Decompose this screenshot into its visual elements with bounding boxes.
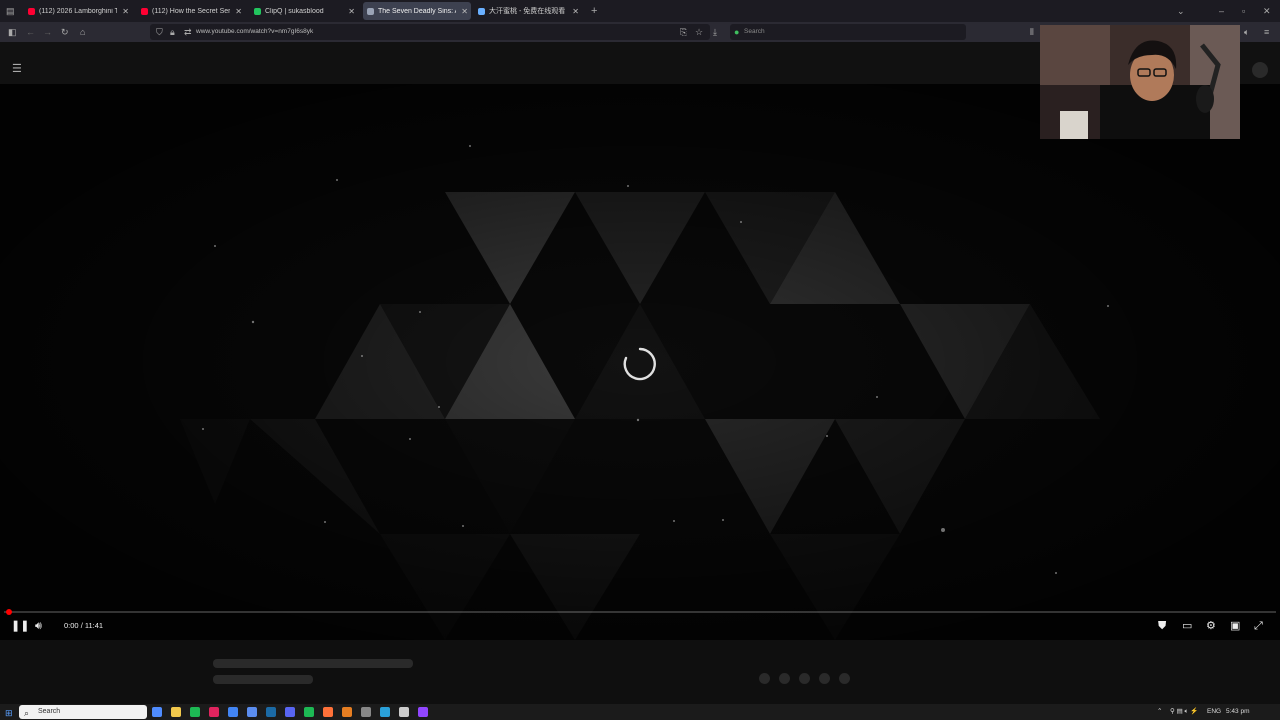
pause-button[interactable]: ❚❚ — [11, 620, 29, 632]
volume-button[interactable]: 🔊︎ — [35, 620, 42, 632]
reload-button[interactable]: ↻ — [61, 25, 69, 39]
lock-icon[interactable]: 🔒︎ — [170, 25, 175, 39]
browser-tab[interactable]: The Seven Deadly Sins: A... ✕ — [363, 2, 471, 20]
back-button[interactable]: ← — [26, 25, 35, 39]
permissions-icon[interactable]: ⇄ — [184, 25, 192, 39]
discord-icon[interactable] — [285, 707, 295, 717]
action-skeleton — [759, 673, 770, 684]
taskbar-search-input[interactable]: ⌕ Search — [19, 705, 147, 719]
tab-title: The Seven Deadly Sins: A... — [378, 7, 456, 15]
video-player[interactable] — [0, 84, 1280, 640]
address-bar[interactable]: ⛉ 🔒︎ ⇄ www.youtube.com/watch?v=nm7gI6s8y… — [150, 24, 710, 40]
close-window-button[interactable]: ✕ — [1263, 4, 1271, 18]
forward-button[interactable]: → — [43, 25, 52, 39]
browser-tab-bar: ▤ (112) 2026 Lamborghini Temer...✕(112) … — [0, 0, 1280, 22]
search-input[interactable]: ● Search — [730, 24, 966, 40]
hamburger-menu-icon[interactable]: ☰ — [12, 62, 22, 76]
duration: 11:41 — [84, 621, 104, 630]
tab-favicon-icon — [478, 7, 485, 15]
search-placeholder: Search — [744, 28, 765, 35]
maximize-button[interactable]: ▫ — [1242, 4, 1245, 18]
menu-icon[interactable]: ≡ — [1264, 25, 1269, 39]
browser-tab[interactable]: (112) How the Secret Service A... ✕ — [137, 2, 245, 20]
twitch-icon[interactable] — [418, 707, 428, 717]
tab-list-icon[interactable]: ▤ — [6, 4, 15, 18]
browser-tab[interactable]: 大汗蜜桃 - 免费在线观看 - 爱壹帆 ✕ — [474, 2, 582, 20]
bookmark-star-icon[interactable]: ☆ — [695, 25, 703, 39]
tab-title: (112) How the Secret Service A... — [152, 7, 230, 15]
tab-title: ClipQ | sukasblood — [265, 7, 324, 15]
check-icon[interactable] — [247, 707, 257, 717]
settings-gear-icon[interactable]: ⚙ — [1206, 620, 1216, 632]
file-explorer-icon[interactable] — [171, 707, 181, 717]
translate-icon[interactable]: ⎘ — [680, 25, 687, 39]
channel-skeleton — [213, 675, 313, 684]
obs-icon[interactable] — [399, 707, 409, 717]
action-skeleton — [839, 673, 850, 684]
taskbar-search-placeholder: Search — [38, 708, 61, 715]
app-icon[interactable] — [342, 707, 352, 717]
video-info-skeleton — [0, 640, 1280, 704]
title-skeleton — [213, 659, 413, 668]
action-skeleton — [779, 673, 790, 684]
tab-favicon-icon — [367, 7, 374, 15]
audio-icon[interactable]: 🔈︎ — [1244, 25, 1249, 39]
time-display: 0:00 / 11:41 — [64, 621, 103, 630]
streamer-webcam-image — [1040, 25, 1240, 139]
theater-mode-button[interactable]: ▣ — [1230, 620, 1240, 632]
spotify-icon[interactable] — [304, 707, 314, 717]
current-time: 0:00 — [64, 621, 79, 630]
start-button[interactable]: ⊞ — [5, 706, 13, 720]
sponsorblock-icon[interactable]: ⛊ — [1158, 620, 1166, 632]
search-engine-icon[interactable]: ● — [734, 25, 739, 39]
loading-spinner-icon — [623, 347, 656, 381]
record-icon[interactable] — [209, 707, 219, 717]
tray-chevron-icon[interactable]: ⌃ — [1157, 707, 1162, 717]
browser-tab[interactable]: ClipQ | sukasblood ✕ — [250, 2, 358, 20]
chrome-icon[interactable] — [228, 707, 238, 717]
avatar[interactable] — [1252, 62, 1268, 78]
tab-close-icon[interactable]: ✕ — [572, 7, 579, 16]
copilot-icon[interactable] — [152, 707, 162, 717]
tab-close-icon[interactable]: ✕ — [122, 7, 129, 16]
clock[interactable]: 5:43 pm — [1226, 707, 1250, 717]
shield-icon[interactable]: ⛉ — [156, 25, 163, 39]
search-icon: ⌕ — [24, 708, 30, 718]
grid-icon[interactable] — [361, 707, 371, 717]
tab-title: 大汗蜜桃 - 免费在线观看 - 爱壹帆 — [489, 8, 567, 15]
home-button[interactable]: ⌂ — [80, 25, 85, 39]
spotify-icon[interactable] — [190, 707, 200, 717]
tray-icons[interactable]: ⚲ ▤ 🔈︎ ⚡ — [1170, 707, 1198, 717]
tab-close-icon[interactable]: ✕ — [461, 7, 468, 16]
tab-favicon-icon — [28, 7, 35, 15]
firefox-icon[interactable] — [323, 707, 333, 717]
captions-button[interactable]: ▭ — [1182, 620, 1192, 632]
language-indicator[interactable]: ENG — [1207, 707, 1221, 717]
tab-close-icon[interactable]: ✕ — [235, 7, 242, 16]
action-skeleton — [799, 673, 810, 684]
library-icon[interactable]: ⫴ — [1030, 25, 1034, 39]
fullscreen-button[interactable]: ⤢ — [1254, 620, 1263, 632]
sidebar-toggle-icon[interactable]: ◧ — [8, 25, 17, 39]
tab-favicon-icon — [254, 7, 261, 15]
chevron-down-icon[interactable]: ⌄ — [1177, 4, 1185, 18]
downloads-icon[interactable]: ⤓ — [713, 25, 717, 39]
telegram-icon[interactable] — [380, 707, 390, 717]
player-controls — [0, 610, 1280, 640]
tab-close-icon[interactable]: ✕ — [348, 7, 355, 16]
tab-title: (112) 2026 Lamborghini Temer... — [39, 7, 117, 15]
action-skeleton — [819, 673, 830, 684]
new-tab-button[interactable]: + — [591, 4, 597, 18]
tab-favicon-icon — [141, 7, 148, 15]
url-text: www.youtube.com/watch?v=nm7gI6s8yk — [196, 28, 314, 35]
steam-icon[interactable] — [266, 707, 276, 717]
minimize-button[interactable]: – — [1219, 4, 1224, 18]
browser-tab[interactable]: (112) 2026 Lamborghini Temer... ✕ — [24, 2, 132, 20]
webcam-overlay — [1040, 25, 1240, 139]
windows-taskbar: ⊞ ⌕ Search ⌃ ⚲ ▤ 🔈︎ ⚡ ENG 5:43 pm — [0, 704, 1280, 720]
